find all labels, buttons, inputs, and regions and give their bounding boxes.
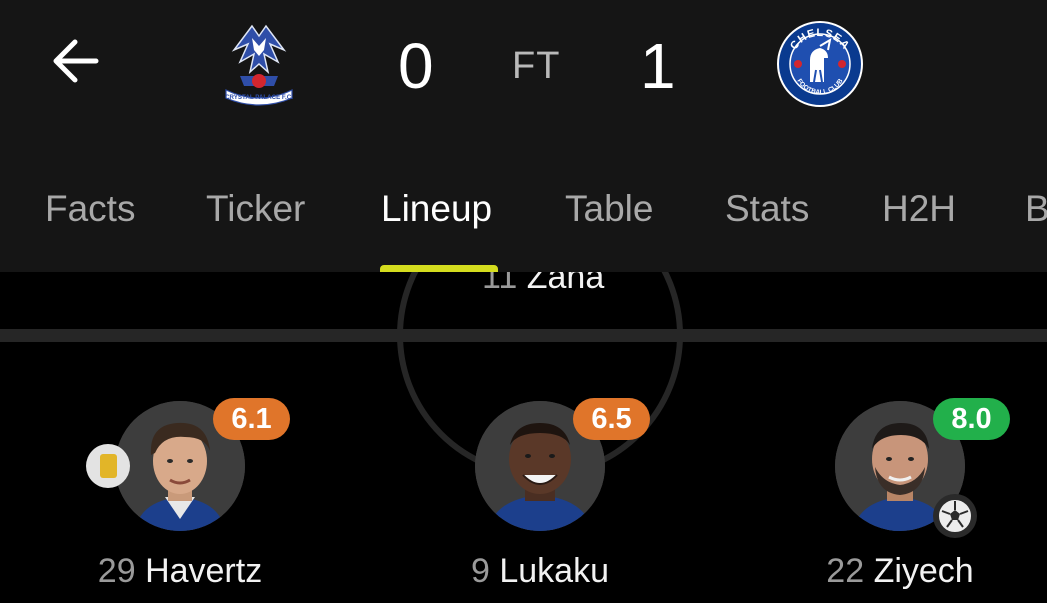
tab-stats[interactable]: Stats — [725, 178, 809, 240]
player-name: Lukaku — [499, 552, 609, 590]
away-team-crest[interactable]: CHELSEA FOOTBALL CLUB — [776, 20, 864, 108]
player-rating-badge: 6.5 — [573, 398, 650, 440]
home-score: 0 — [398, 30, 434, 102]
match-header: CRYSTAL PALACE F.C. 0 FT 1 CHELSEA FOOTB… — [0, 0, 1047, 272]
home-team-crest[interactable]: CRYSTAL PALACE F.C. — [222, 20, 296, 108]
tab-table[interactable]: Table — [565, 178, 653, 240]
active-tab-indicator — [380, 265, 498, 272]
back-button[interactable] — [48, 34, 106, 88]
crystal-palace-crest-icon: CRYSTAL PALACE F.C. — [225, 24, 293, 106]
tab-lineup[interactable]: Lineup — [381, 178, 492, 240]
player-label: 22 Ziyech — [780, 551, 1020, 591]
crest-text: CRYSTAL PALACE F.C. — [225, 94, 293, 101]
player-number: 9 — [470, 552, 490, 590]
yellow-card-shape — [100, 454, 117, 478]
away-score: 1 — [640, 30, 676, 102]
player-rating-badge: 6.1 — [213, 398, 290, 440]
player-ziyech[interactable]: 8.0 22 Ziyech — [780, 398, 1020, 603]
match-tabs: Facts Ticker Lineup Table Stats H2H B — [0, 178, 1047, 240]
tab-ticker[interactable]: Ticker — [206, 178, 305, 240]
player-name: Ziyech — [873, 552, 974, 590]
chelsea-crest-icon: CHELSEA FOOTBALL CLUB — [777, 21, 863, 107]
player-label: 9 Lukaku — [420, 551, 660, 591]
yellow-card-icon — [86, 444, 130, 488]
player-havertz[interactable]: 6.1 29 Havertz — [60, 398, 300, 603]
tab-overflow[interactable]: B — [1025, 178, 1047, 240]
player-label: 29 Havertz — [60, 551, 300, 591]
player-number: 22 — [826, 552, 865, 590]
tab-facts[interactable]: Facts — [45, 178, 135, 240]
match-status: FT — [512, 45, 561, 87]
tab-h2h[interactable]: H2H — [882, 178, 956, 240]
goal-ball-icon — [933, 494, 977, 538]
player-number: 29 — [97, 552, 136, 590]
back-arrow-icon[interactable] — [48, 34, 106, 88]
player-lukaku[interactable]: 6.5 9 Lukaku — [420, 398, 660, 603]
player-rating-badge: 8.0 — [933, 398, 1010, 440]
halfway-line — [0, 329, 1047, 342]
player-name: Havertz — [145, 552, 263, 590]
